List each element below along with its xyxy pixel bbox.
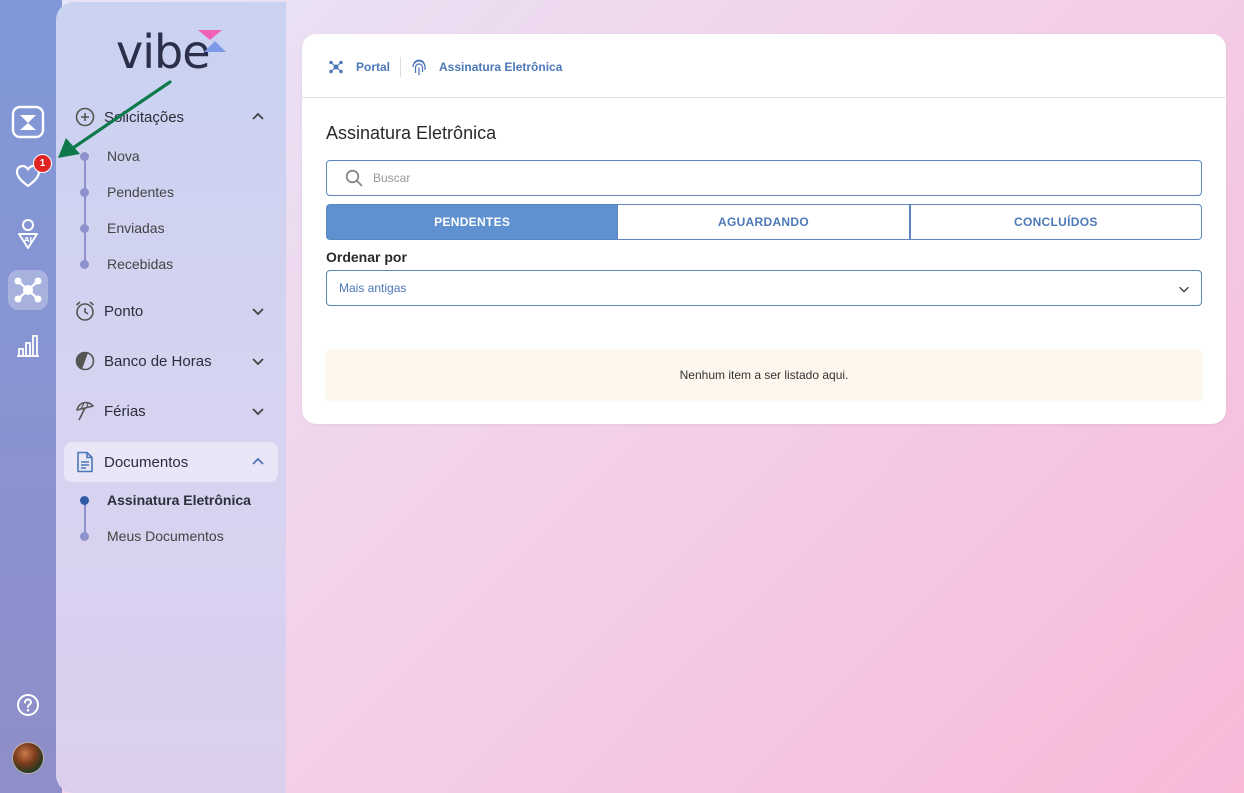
- bullet: [80, 187, 89, 197]
- logo-mark-icon: [198, 30, 226, 52]
- chevron-down-icon: [252, 308, 264, 316]
- bullet: [80, 151, 89, 161]
- portal-button[interactable]: [8, 270, 48, 310]
- search-box: [326, 160, 1202, 196]
- nav-group-label: Banco de Horas: [104, 352, 212, 370]
- sidebar-item-enviadas[interactable]: Enviadas: [78, 217, 165, 239]
- nav-group-banco-de-horas[interactable]: Banco de Horas: [64, 341, 278, 381]
- nav-group-ponto[interactable]: Ponto: [64, 291, 278, 331]
- sidebar-item-label: Assinatura Eletrônica: [107, 492, 251, 508]
- bullet: [80, 531, 89, 541]
- chevron-down-icon: [1179, 286, 1189, 293]
- vibe-app-button[interactable]: [8, 102, 48, 142]
- sidebar-item-assinatura-eletronica[interactable]: Assinatura Eletrônica: [78, 489, 251, 511]
- portal-network-icon: [14, 277, 42, 303]
- empty-state-message: Nenhum item a ser listado aqui.: [326, 350, 1202, 400]
- breadcrumb: Portal Assinatura Eletrônica: [328, 56, 562, 78]
- nav-group-documentos[interactable]: Documentos: [64, 442, 278, 482]
- reports-button[interactable]: [8, 325, 48, 365]
- help-icon: [17, 694, 39, 716]
- nav-group-solicitacoes[interactable]: Solicitações: [64, 97, 278, 137]
- ai-assistant-button[interactable]: AI: [8, 214, 48, 254]
- svg-text:AI: AI: [24, 236, 32, 244]
- bar-chart-icon: [17, 335, 39, 357]
- search-icon: [345, 169, 363, 187]
- sort-select[interactable]: Mais antigas: [326, 270, 1202, 306]
- breadcrumb-current: Assinatura Eletrônica: [411, 58, 562, 76]
- sidebar-item-label: Enviadas: [107, 220, 165, 236]
- chevron-up-icon: [252, 112, 264, 120]
- help-button[interactable]: [8, 685, 48, 725]
- bullet: [80, 495, 89, 505]
- tab-pendentes[interactable]: PENDENTES: [326, 204, 619, 240]
- breadcrumb-portal-label: Portal: [356, 60, 391, 74]
- search-input[interactable]: [373, 171, 1173, 185]
- portal-network-icon: [329, 60, 343, 74]
- sort-select-value: Mais antigas: [339, 281, 407, 295]
- time-balance-icon: [74, 350, 96, 372]
- sidebar-item-meus-documentos[interactable]: Meus Documentos: [78, 525, 224, 547]
- nav-group-label: Solicitações: [104, 108, 185, 126]
- sidebar-item-label: Pendentes: [107, 184, 174, 200]
- nav-group-label: Documentos: [104, 453, 189, 471]
- notification-badge: 1: [33, 154, 52, 173]
- plus-circle-icon: [74, 106, 96, 128]
- fingerprint-icon: [412, 59, 426, 75]
- document-icon: [74, 451, 96, 473]
- nav-group-label: Ponto: [104, 302, 144, 320]
- bullet: [80, 223, 89, 233]
- sidebar-item-label: Recebidas: [107, 256, 174, 272]
- chevron-up-icon: [252, 457, 264, 465]
- beach-umbrella-icon: [74, 400, 96, 422]
- sort-label: Ordenar por: [326, 249, 407, 265]
- nav-group-ferias[interactable]: Férias: [64, 391, 278, 431]
- user-avatar[interactable]: [12, 742, 44, 774]
- chevron-down-icon: [252, 408, 264, 416]
- status-tabs: PENDENTES AGUARDANDO CONCLUÍDOS: [326, 204, 1202, 240]
- icon-rail: 1 AI: [0, 0, 62, 793]
- alarm-clock-icon: [74, 300, 96, 322]
- breadcrumb-separator: [400, 57, 402, 77]
- sidebar: vibe Solicitações Nova Pendentes Enviada…: [56, 2, 286, 793]
- sidebar-item-label: Nova: [107, 148, 140, 164]
- sidebar-item-recebidas[interactable]: Recebidas: [78, 253, 173, 275]
- nav-group-label: Férias: [104, 402, 146, 420]
- vibe-app-icon: [11, 105, 45, 139]
- page-title: Assinatura Eletrônica: [326, 123, 497, 143]
- submenu-line: [84, 158, 86, 264]
- main-card: Portal Assinatura Eletrônica Assinatura …: [302, 34, 1226, 424]
- sidebar-item-label: Meus Documentos: [107, 528, 224, 544]
- breadcrumb-current-label: Assinatura Eletrônica: [439, 60, 563, 74]
- sidebar-item-nova[interactable]: Nova: [78, 145, 140, 167]
- sidebar-item-pendentes[interactable]: Pendentes: [78, 181, 174, 203]
- vibe-logo: vibe: [116, 28, 236, 78]
- tab-aguardando[interactable]: AGUARDANDO: [618, 204, 910, 240]
- chevron-down-icon: [252, 358, 264, 366]
- ai-person-icon: AI: [18, 219, 38, 249]
- card-divider: [302, 97, 1226, 98]
- tab-concluidos[interactable]: CONCLUÍDOS: [909, 204, 1202, 240]
- breadcrumb-portal[interactable]: Portal: [328, 59, 390, 75]
- bullet: [80, 259, 89, 269]
